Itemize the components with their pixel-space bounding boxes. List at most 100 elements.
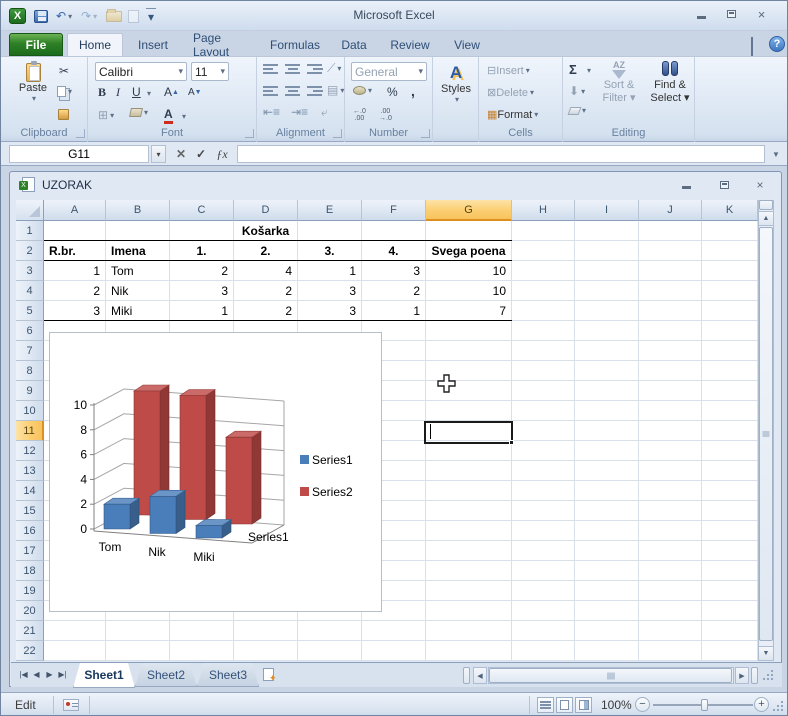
delete-dropdown-arrow[interactable]: ▾	[530, 88, 534, 97]
font-dialog-launcher[interactable]	[245, 129, 254, 138]
save-icon[interactable]	[34, 8, 48, 24]
format-cells-button[interactable]: ▦ Format ▾	[487, 108, 538, 122]
align-middle-icon[interactable]	[285, 64, 301, 74]
next-sheet-nav-icon[interactable]: ▶	[43, 666, 56, 683]
redo-icon[interactable]: ↷ ▾	[81, 8, 97, 24]
cell-G2[interactable]: Svega poena	[426, 241, 511, 261]
font-size-arrow[interactable]: ▾	[220, 66, 225, 77]
embedded-chart[interactable]: 0 2 4 6 8 10 Tom Nik Miki Series1 Series1 Series2	[49, 332, 382, 612]
tab-data[interactable]: Data	[331, 33, 377, 56]
workbook-close-button[interactable]: ×	[752, 178, 768, 192]
autosum-button[interactable]: Σ	[569, 62, 577, 77]
minimize-ribbon-icon[interactable]	[751, 37, 753, 57]
cell-D2[interactable]: 2.	[234, 241, 297, 261]
insert-cells-button[interactable]: ⊟ Insert ▾	[487, 64, 530, 78]
align-left-icon[interactable]	[263, 86, 279, 96]
font-size-combo[interactable]: 11 ▾	[191, 62, 229, 81]
cell-F3[interactable]: 3	[362, 261, 425, 281]
cell-E3[interactable]: 1	[298, 261, 361, 281]
number-dialog-launcher[interactable]	[421, 129, 430, 138]
expand-formula-bar-icon[interactable]: ▼	[769, 147, 783, 161]
font-color-dropdown-arrow[interactable]: ▾	[182, 112, 186, 121]
cell-D1[interactable]: Košarka	[234, 221, 297, 241]
orientation-dropdown-arrow[interactable]: ▾	[337, 64, 341, 73]
insert-dropdown-arrow[interactable]: ▾	[526, 66, 530, 75]
enter-entry-button[interactable]: ✓	[193, 145, 209, 163]
cell-D3[interactable]: 4	[234, 261, 297, 281]
cell-B2[interactable]: Imena	[106, 241, 169, 261]
borders-dropdown-arrow[interactable]: ▾	[110, 111, 114, 120]
align-center-icon[interactable]	[285, 86, 301, 96]
hscroll-split-handle[interactable]	[751, 667, 758, 684]
window-resize-grip[interactable]	[773, 701, 783, 711]
sheet-tab-sheet2[interactable]: Sheet2	[135, 663, 197, 687]
styles-button[interactable]: A Styles ▾	[435, 63, 477, 104]
fill-dropdown-arrow[interactable]: ▾	[144, 108, 148, 117]
cell-A5[interactable]: 3	[44, 301, 105, 321]
grow-font-button[interactable]: A ▲	[164, 85, 179, 99]
column-header-F[interactable]: F	[362, 200, 426, 221]
cell-A2[interactable]: R.br.	[44, 241, 105, 261]
copy-dropdown-arrow[interactable]: ▾	[68, 87, 72, 96]
row-header-20[interactable]: 20	[16, 601, 44, 621]
delete-cells-button[interactable]: ⊠ Delete ▾	[487, 86, 534, 100]
number-format-arrow[interactable]: ▾	[418, 66, 423, 77]
increase-indent-icon[interactable]: ⇥≡	[291, 105, 308, 119]
tab-review[interactable]: Review	[381, 33, 439, 56]
file-tab[interactable]: File	[9, 33, 63, 56]
undo-icon[interactable]: ↶ ▾	[56, 8, 72, 24]
row-header-2[interactable]: 2	[16, 241, 44, 261]
macro-record-icon[interactable]	[63, 699, 79, 711]
select-all-corner[interactable]	[16, 200, 44, 221]
cell-F4[interactable]: 2	[362, 281, 425, 301]
column-header-C[interactable]: C	[170, 200, 234, 221]
styles-dropdown-arrow[interactable]: ▾	[455, 95, 459, 104]
underline-dropdown-arrow[interactable]: ▾	[147, 89, 151, 98]
italic-button[interactable]: I	[116, 85, 120, 100]
cell-D4[interactable]: 2	[234, 281, 297, 301]
shrink-font-button[interactable]: A ▼	[188, 87, 202, 98]
bold-button[interactable]: B	[98, 85, 106, 100]
zoom-in-icon[interactable]: +	[754, 697, 769, 712]
customize-qat-icon[interactable]: ▾	[146, 8, 156, 24]
scroll-up-arrow[interactable]: ▲	[758, 211, 774, 226]
row-header-13[interactable]: 13	[16, 461, 44, 481]
row-header-15[interactable]: 15	[16, 501, 44, 521]
cell-F2[interactable]: 4.	[362, 241, 425, 261]
format-painter-icon[interactable]	[58, 109, 69, 120]
name-box-dropdown[interactable]: ▾	[151, 145, 166, 163]
new-document-icon[interactable]	[128, 8, 139, 24]
column-header-A[interactable]: A	[44, 200, 106, 221]
orientation-icon[interactable]: ⟋ ▾	[327, 61, 341, 76]
sheet-tab-sheet1[interactable]: Sheet1	[73, 663, 135, 688]
decrease-decimal-icon[interactable]: .00 →.0	[379, 108, 392, 122]
clipboard-dialog-launcher[interactable]	[76, 129, 85, 138]
hscroll-right-arrow[interactable]: ▶	[735, 667, 749, 684]
column-header-G[interactable]: G	[426, 200, 512, 221]
prev-sheet-nav-icon[interactable]: ◀	[30, 666, 43, 683]
merge-center-icon[interactable]: ▤ ▾	[327, 83, 344, 97]
cell-G4[interactable]: 10	[426, 281, 511, 301]
underline-button[interactable]: U	[132, 85, 141, 99]
restore-button[interactable]	[723, 7, 740, 21]
increase-decimal-icon[interactable]: ←.0 .00	[353, 108, 366, 122]
cell-G3[interactable]: 10	[426, 261, 511, 281]
accounting-dropdown-arrow[interactable]: ▾	[368, 86, 372, 95]
fill-button[interactable]: ⬇ ▾	[569, 84, 585, 98]
row-header-6[interactable]: 6	[16, 321, 44, 341]
last-sheet-nav-icon[interactable]: ▶|	[56, 666, 69, 683]
cut-icon[interactable]: ✂	[59, 64, 69, 78]
open-icon[interactable]	[106, 8, 122, 24]
find-select-button[interactable]: Find & Select ▾	[647, 61, 693, 104]
hscroll-left-arrow[interactable]: ◀	[473, 667, 487, 684]
first-sheet-nav-icon[interactable]: |◀	[17, 666, 30, 683]
column-header-E[interactable]: E	[298, 200, 362, 221]
normal-view-icon[interactable]	[537, 697, 554, 713]
formula-input[interactable]	[237, 145, 765, 163]
sheet-tab-sheet3[interactable]: Sheet3	[197, 663, 259, 687]
cell-D5[interactable]: 2	[234, 301, 297, 321]
help-icon[interactable]: ?	[769, 36, 785, 52]
clear-button[interactable]: ▾	[567, 106, 586, 115]
number-format-combo[interactable]: General ▾	[351, 62, 427, 81]
row-header-3[interactable]: 3	[16, 261, 44, 281]
